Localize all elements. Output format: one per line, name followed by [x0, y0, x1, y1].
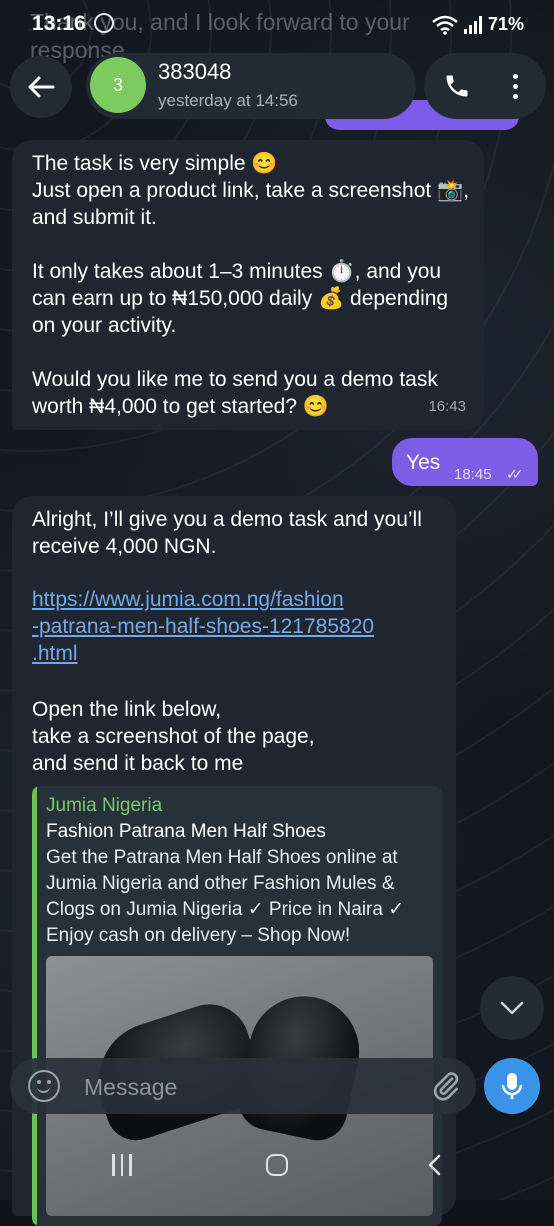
scroll-down-button[interactable] [480, 976, 544, 1040]
more-vert-icon [512, 73, 518, 79]
message-composer [10, 1058, 476, 1114]
message-text: Alright, I’ll give you a demo task and y… [32, 508, 422, 558]
back-arrow-icon [28, 76, 55, 98]
message-text: Yes [406, 451, 441, 474]
back-button[interactable] [10, 56, 72, 118]
signal-icon [463, 15, 482, 34]
avatar[interactable]: 3 [90, 57, 146, 113]
double-check-icon: ✓✓ [506, 466, 524, 482]
system-navigation-bar [0, 1130, 554, 1200]
system-icons: 71% [432, 14, 524, 35]
message-time: 16:43 [428, 398, 466, 415]
battery-level: 71% [487, 14, 524, 34]
more-options-button[interactable] [496, 67, 534, 105]
message-text: The task is very simple 😊 Just open a pr… [32, 152, 470, 418]
message-instructions: Open the link below, take a screenshot o… [32, 698, 315, 775]
incoming-message[interactable]: The task is very simple 😊 Just open a pr… [12, 140, 484, 430]
mic-icon [501, 1073, 523, 1099]
wifi-icon [432, 15, 458, 35]
voice-record-button[interactable] [484, 1058, 540, 1114]
status-bar: Thank you, and I look forward to your re… [0, 0, 554, 63]
nav-home-icon[interactable] [266, 1154, 288, 1176]
message-input[interactable] [82, 1068, 386, 1106]
whatsapp-status-icon [94, 13, 114, 33]
preview-description: Get the Patrana Men Half Shoes online at… [46, 847, 405, 946]
chevron-down-icon [500, 1001, 524, 1015]
call-button[interactable] [438, 67, 476, 105]
nav-back-icon[interactable] [424, 1154, 446, 1176]
paperclip-icon[interactable] [430, 1070, 462, 1102]
last-seen-status: yesterday at 14:56 [158, 91, 298, 110]
chat-title: 383048 [158, 59, 232, 84]
phone-icon [446, 75, 468, 97]
header-actions [424, 53, 546, 119]
outgoing-message[interactable]: Yes 18:45 ✓✓ [392, 438, 538, 486]
emoji-icon[interactable] [28, 1070, 60, 1102]
preview-site-name: Jumia Nigeria [46, 795, 163, 816]
chat-header[interactable]: 3 383048 yesterday at 14:56 [86, 53, 416, 119]
nav-recents-icon[interactable] [112, 1154, 136, 1176]
message-time: 18:45 [454, 466, 492, 483]
product-link[interactable]: https://www.jumia.com.ng/fashion -patran… [32, 586, 452, 667]
status-time: 13:16 [32, 12, 86, 35]
preview-title: Fashion Patrana Men Half Shoes [46, 821, 326, 842]
